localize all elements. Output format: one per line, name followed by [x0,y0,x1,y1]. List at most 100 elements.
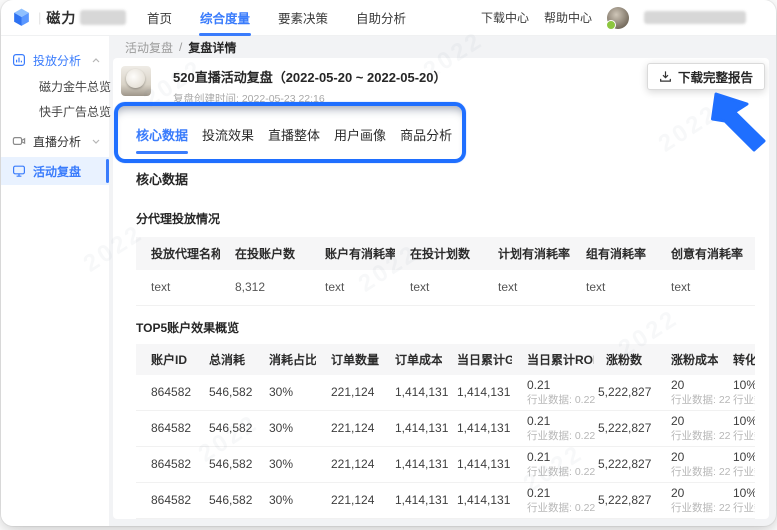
table-cell: 0.21行业数据: 0.22 [512,410,595,447]
table-cell: 5,222,827 [594,374,656,411]
table-cell: text [483,270,571,306]
table-cell: 864582 [136,410,194,447]
table-cell: 30% [254,446,316,483]
column-header: 订单成本 [380,343,442,375]
column-header: 账户ID [136,343,194,375]
top5-table: 账户ID总消耗消耗占比订单数量订单成本当日累计GMV当日累计ROI涨粉数涨粉成本… [136,343,755,519]
live-camera-icon [12,134,26,148]
top-nav: 首页 综合度量 要素决策 自助分析 [133,0,420,36]
sidebar-subitem[interactable]: 磁力金牛总览 [1,74,111,99]
column-header: 转化率 [718,343,755,375]
table-cell: 221,124 [316,374,380,411]
breadcrumb-current: 复盘详情 [188,40,237,55]
sidebar-group-live-analysis[interactable]: 直播分析 [1,127,109,155]
column-header: 账户有消耗率 [310,237,395,270]
table-cell: 546,582 [194,374,254,411]
username-redacted [644,11,746,24]
download-report-button[interactable]: 下载完整报告 [646,63,765,90]
table-cell: 20行业数据: 22 [656,518,718,519]
column-header: 总消耗 [194,343,254,375]
agency-section-title: 分代理投放情况 [136,212,221,226]
table-cell: 30% [254,518,316,519]
column-header: 订单数量 [316,343,380,375]
sidebar-subitems: 磁力金牛总览 快手广告总览 [1,74,111,124]
column-header: 计划有消耗率 [483,237,571,270]
main-area: 活动复盘 / 复盘详情 520直播活动复盘（2022-05-20 ~ 2022-… [109,36,776,526]
table-cell: 1,414,131 [380,518,442,519]
tab[interactable]: 投流效果 [202,125,254,154]
chevron-up-icon [92,57,100,63]
table-cell: 30% [254,482,316,519]
table-cell: 221,124 [316,518,380,519]
table-cell: 221,124 [316,482,380,519]
table-cell: 5,222,827 [594,518,656,519]
tab[interactable]: 直播整体 [268,125,320,154]
table-row: 864582546,58230%221,1241,414,1311,414,13… [136,374,755,411]
table-cell: 221,124 [316,410,380,447]
table-cell: 1,414,131 [442,446,512,483]
table-cell: 864582 [136,482,194,519]
nav-item[interactable]: 自助分析 [342,0,420,35]
table-row: text 8,312 text text text text text [136,270,755,306]
table-cell: 8,312 [220,270,310,306]
table-cell: 30% [254,374,316,411]
tab[interactable]: 核心数据 [136,125,189,154]
table-header-row: 投放代理名称 在投账户数 账户有消耗率 在投计划数 计划有消耗率 组有消耗率 创意有消耗率 [136,237,755,270]
column-header: 当日累计ROI [512,343,594,375]
avatar[interactable] [606,6,629,30]
breadcrumb-parent[interactable]: 活动复盘 [125,39,173,56]
table-cell: 546,582 [194,518,254,519]
logo-divider: | [38,10,42,25]
header-link[interactable]: 下载中心 [481,9,529,26]
table-cell: 864582 [136,518,194,519]
table-cell: 1,414,131 [380,410,448,447]
table-cell: 20行业数据: 22 [656,446,731,483]
sidebar-group-ad-analysis[interactable]: 投放分析 [1,46,109,74]
table-cell: 1,414,131 [380,482,448,519]
sidebar-group-label: 投放分析 [33,53,82,68]
tab[interactable]: 用户画像 [334,125,386,154]
column-header: 涨粉成本 [656,343,718,375]
report-card: 520直播活动复盘（2022-05-20 ~ 2022-05-20） 复盘创建时… [113,58,769,519]
table-cell: 5,222,827 [594,482,656,519]
column-header: 消耗占比 [254,343,316,375]
table-cell: 0.21行业数据: 0.22 [512,446,595,483]
tab-bar: 核心数据 投流效果 直播整体 用户画像 商品分析 [136,125,769,154]
table-cell: 864582 [136,446,194,483]
table-cell: 221,124 [316,446,380,483]
column-header: 在投账户数 [220,237,310,270]
header-links: 下载中心 帮助中心 [481,9,592,26]
table-cell: text [136,270,220,306]
top-header: | 磁力 首页 综合度量 要素决策 自助分析 下载中心 帮助中心 [1,0,776,36]
top5-table-wrap: 账户ID总消耗消耗占比订单数量订单成本当日累计GMV当日累计ROI涨粉数涨粉成本… [136,343,755,519]
header-link[interactable]: 帮助中心 [544,9,592,26]
column-header: 创意有消耗率 [656,237,755,270]
table-cell: text [310,270,395,306]
table-cell: 1,414,131 [380,374,448,411]
table-cell: 1,414,131 [442,410,512,447]
breadcrumb: 活动复盘 / 复盘详情 [109,36,776,58]
table-cell: 20行业数据: 22 [656,374,731,411]
report-created-time: 复盘创建时间: 2022-05-23 22:16 [173,93,325,105]
nav-item[interactable]: 综合度量 [186,0,264,36]
table-cell: 1,414,131 [442,374,512,411]
table-cell: 0.21行业数据: 0.22 [512,374,595,411]
nav-item[interactable]: 首页 [133,0,186,35]
table-cell: 0.21行业数据: 0.22 [512,482,595,519]
sidebar: 投放分析 磁力金牛总览 快手广告总览 直播分析 活动复盘 [1,36,111,526]
chart-panel-icon [12,53,26,67]
logo-text-redacted [80,10,127,25]
sidebar-item-activity-review[interactable]: 活动复盘 [1,157,109,185]
chevron-down-icon [92,139,100,144]
top5-section-title: TOP5账户效果概览 [136,320,240,335]
table-row: 864582546,58230%221,1241,414,1311,414,13… [136,518,755,519]
header-right: 下载中心 帮助中心 [481,6,776,30]
nav-item[interactable]: 要素决策 [264,0,342,35]
table-cell: 10%行业数据: [718,518,755,519]
table-cell: 5,222,827 [594,410,656,447]
table-cell: 546,582 [194,410,254,447]
brand-logo[interactable]: | 磁力 [1,7,129,28]
sidebar-subitem[interactable]: 快手广告总览 [1,99,111,124]
tab[interactable]: 商品分析 [400,125,452,154]
screenshot-stage: 20222022202220222022202220222022 | 磁力 首页… [0,0,777,530]
